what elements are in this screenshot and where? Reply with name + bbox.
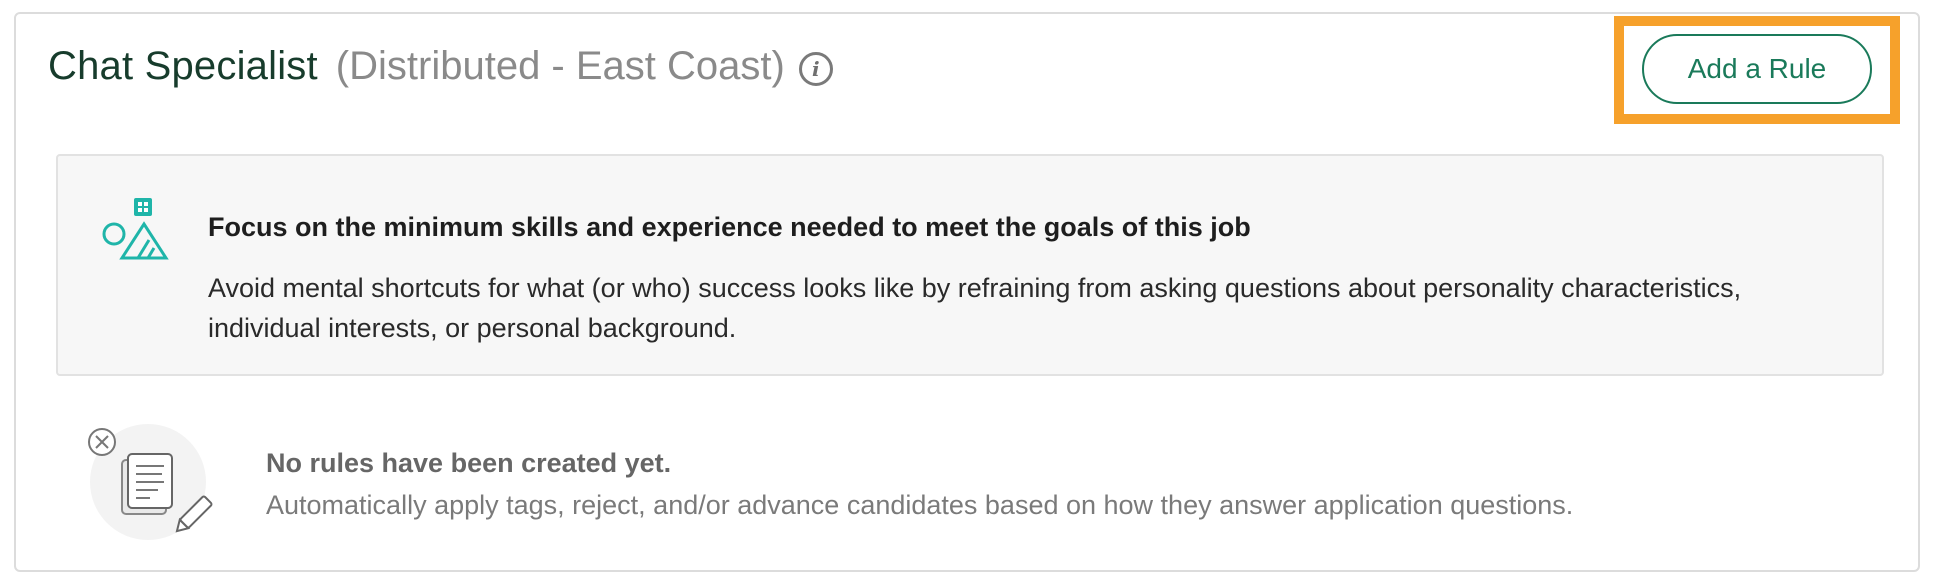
empty-state-description: Automatically apply tags, reject, and/or… [266, 490, 1574, 520]
page-title-row: Chat Specialist (Distributed - East Coas… [48, 44, 833, 89]
tip-body: Avoid mental shortcuts for what (or who)… [208, 273, 1742, 343]
shapes-icon [102, 198, 169, 260]
tip-heading: Focus on the minimum skills and experien… [208, 212, 1251, 242]
empty-state-heading: No rules have been created yet. [266, 448, 672, 478]
document-edit-icon [88, 424, 213, 540]
tip-callout: Focus on the minimum skills and experien… [56, 154, 1884, 376]
info-icon[interactable]: i [798, 51, 833, 86]
add-rule-button[interactable]: Add a Rule [1642, 34, 1872, 104]
job-title: Chat Specialist [48, 44, 318, 88]
job-location: (Distributed - East Coast) [335, 44, 785, 88]
